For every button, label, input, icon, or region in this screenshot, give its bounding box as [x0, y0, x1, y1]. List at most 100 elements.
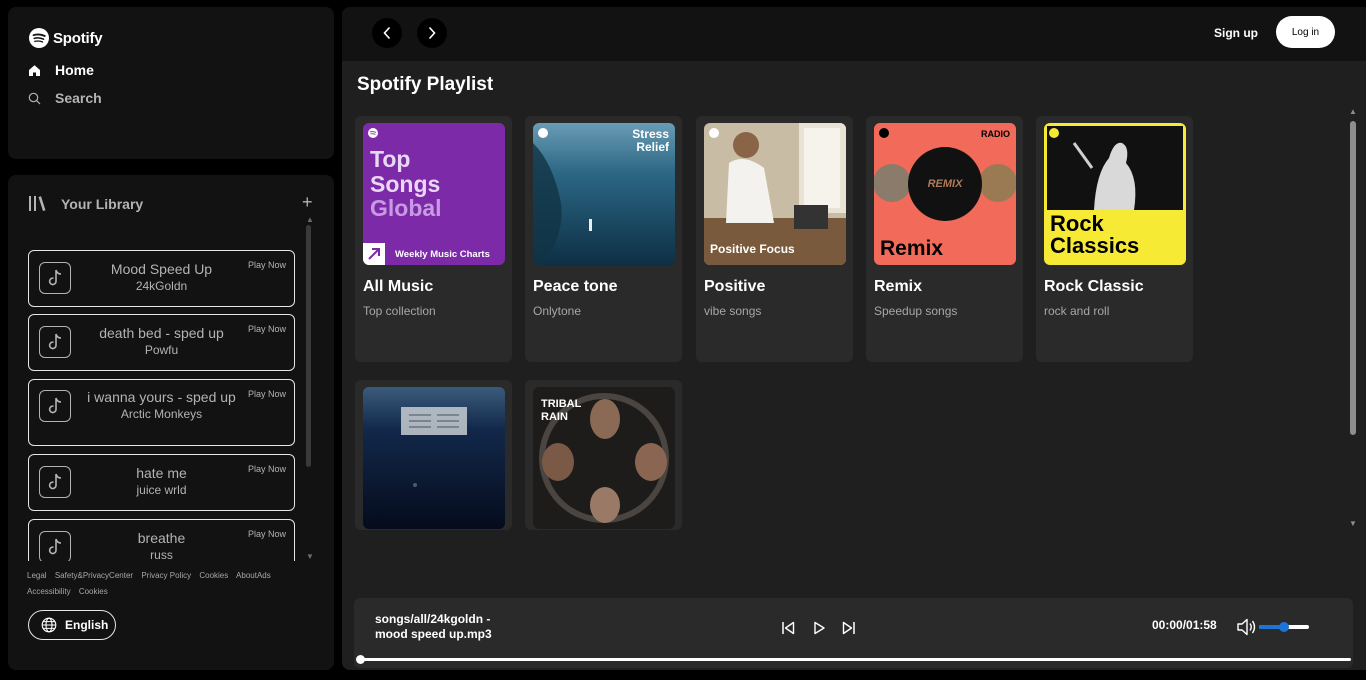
library-title: Your Library — [61, 195, 144, 212]
play-icon — [814, 621, 825, 635]
nav-home-label: Home — [55, 62, 94, 78]
topbar: Sign up Log in — [342, 7, 1366, 61]
song-title: death bed - sped up — [99, 325, 224, 341]
song-artist: juice wrld — [136, 483, 187, 497]
playlist-cover: TRIBAL RAIN — [533, 387, 675, 529]
main-panel: Sign up Log in ▲ ▼ Spotify Playlist Top … — [342, 7, 1366, 670]
playlist-title: Rock Classic — [1044, 278, 1144, 295]
scroll-up-icon[interactable]: ▲ — [1349, 107, 1357, 116]
playlist-title: Remix — [874, 278, 923, 295]
song-title: breathe — [137, 530, 186, 546]
footer-link[interactable]: Safety&PrivacyCenter — [55, 571, 133, 580]
song-card[interactable]: death bed - sped up Powfu Play Now — [28, 314, 295, 371]
chevron-left-icon — [383, 26, 391, 40]
language-button[interactable]: English — [28, 610, 116, 640]
playlist-card[interactable]: Stress Relief Peace tone Onlytone — [525, 116, 682, 362]
section-title: Spotify Playlist — [357, 74, 494, 95]
skip-back-icon — [782, 621, 795, 635]
library-header[interactable]: Your Library — [28, 195, 143, 212]
skip-forward-icon — [842, 621, 855, 635]
chevron-right-icon — [428, 26, 436, 40]
brand-name: Spotify — [53, 29, 103, 47]
play-now-button[interactable]: Play Now — [248, 529, 286, 539]
forward-button[interactable] — [417, 18, 447, 48]
cover-caption: Weekly Music Charts — [395, 249, 490, 260]
playlist-title: Positive — [704, 278, 766, 295]
cover-text: Positive Focus — [710, 242, 795, 256]
progress-bar[interactable] — [358, 658, 1351, 661]
volume-icon[interactable] — [1236, 617, 1258, 642]
playlist-subtitle: Speedup songs — [874, 304, 958, 318]
volume-handle[interactable] — [1279, 622, 1289, 632]
main-scrollbar[interactable] — [1350, 121, 1356, 435]
library-scrollbar[interactable] — [306, 225, 311, 467]
nav-search[interactable]: Search — [28, 90, 102, 106]
language-label: English — [65, 618, 109, 632]
song-title: Mood Speed Up — [110, 261, 213, 277]
play-now-button[interactable]: Play Now — [248, 260, 286, 270]
login-button[interactable]: Log in — [1276, 16, 1335, 48]
song-card[interactable]: hate me juice wrld Play Now — [28, 454, 295, 511]
playlist-cover: Top Songs Global Weekly Music Charts — [363, 123, 505, 265]
song-card[interactable]: Mood Speed Up 24kGoldn Play Now — [28, 250, 295, 307]
song-list: Mood Speed Up 24kGoldn Play Now death be… — [28, 250, 295, 561]
cover-text: Top — [370, 146, 410, 172]
playlist-cover: Positive Focus — [704, 123, 846, 265]
nav-search-label: Search — [55, 90, 102, 106]
playlist-cover — [363, 387, 505, 529]
player-bar: songs/all/24kgoldn - mood speed up.mp3 0… — [354, 598, 1353, 668]
track-path: songs/all/24kgoldn - mood speed up.mp3 — [375, 612, 492, 641]
playlist-subtitle: vibe songs — [704, 304, 762, 318]
play-now-button[interactable]: Play Now — [248, 324, 286, 334]
playlist-card[interactable] — [355, 380, 512, 530]
play-button[interactable] — [810, 619, 828, 637]
library-icon — [29, 196, 46, 211]
back-button[interactable] — [372, 18, 402, 48]
search-icon — [28, 92, 41, 104]
song-card[interactable]: breathe russ Play Now — [28, 519, 295, 561]
signup-button[interactable]: Sign up — [1214, 26, 1258, 40]
playlist-cover: Rock Classics — [1044, 123, 1186, 265]
footer-links: Legal Safety&PrivacyCenter Privacy Polic… — [27, 568, 297, 600]
nav-panel: Spotify Home Search — [8, 7, 334, 159]
play-now-button[interactable]: Play Now — [248, 389, 286, 399]
playlist-card[interactable]: Positive Focus Positive vibe songs — [696, 116, 853, 362]
footer-link[interactable]: Cookies — [199, 571, 228, 580]
cover-text: REMIX — [928, 178, 964, 190]
cover-text: Relief — [636, 140, 670, 154]
tiktok-icon — [39, 390, 71, 422]
playlist-subtitle: rock and roll — [1044, 304, 1110, 318]
globe-icon — [41, 617, 57, 633]
scroll-down-icon[interactable]: ▼ — [306, 552, 314, 561]
playlist-card[interactable]: Top Songs Global Weekly Music Charts All… — [355, 116, 512, 362]
playlist-card[interactable]: TRIBAL RAIN — [525, 380, 682, 530]
footer-link[interactable]: Cookies — [79, 587, 108, 596]
progress-handle[interactable] — [356, 655, 365, 664]
scroll-down-icon[interactable]: ▼ — [1349, 519, 1357, 528]
playlist-card[interactable]: RADIO REMIX Remix Remix Speedup songs — [866, 116, 1023, 362]
song-artist: russ — [150, 548, 173, 561]
play-now-button[interactable]: Play Now — [248, 464, 286, 474]
tiktok-icon — [39, 262, 71, 294]
playlist-card[interactable]: Rock Classics Rock Classic rock and roll — [1036, 116, 1193, 362]
footer-link[interactable]: Accessibility — [27, 587, 71, 596]
playlist-title: Peace tone — [533, 278, 618, 295]
playlist-subtitle: Onlytone — [533, 304, 582, 318]
footer-link[interactable]: AboutAds — [236, 571, 271, 580]
nav-home[interactable]: Home — [28, 62, 94, 78]
tiktok-icon — [39, 466, 71, 498]
cover-text: Classics — [1050, 233, 1139, 258]
playlist-cover: Stress Relief — [533, 123, 675, 265]
plus-icon[interactable]: + — [302, 192, 313, 212]
cover-text: Songs — [370, 171, 440, 197]
song-card[interactable]: i wanna yours - sped up Arctic Monkeys P… — [28, 379, 295, 446]
tiktok-icon — [39, 326, 71, 358]
next-button[interactable] — [840, 619, 858, 637]
song-title: i wanna yours - sped up — [87, 389, 236, 405]
footer-link[interactable]: Legal — [27, 571, 47, 580]
spotify-logo[interactable]: Spotify — [28, 27, 103, 49]
previous-button[interactable] — [779, 619, 797, 637]
scroll-up-icon[interactable]: ▲ — [306, 215, 314, 224]
footer-link[interactable]: Privacy Policy — [141, 571, 191, 580]
song-artist: Arctic Monkeys — [120, 407, 203, 421]
